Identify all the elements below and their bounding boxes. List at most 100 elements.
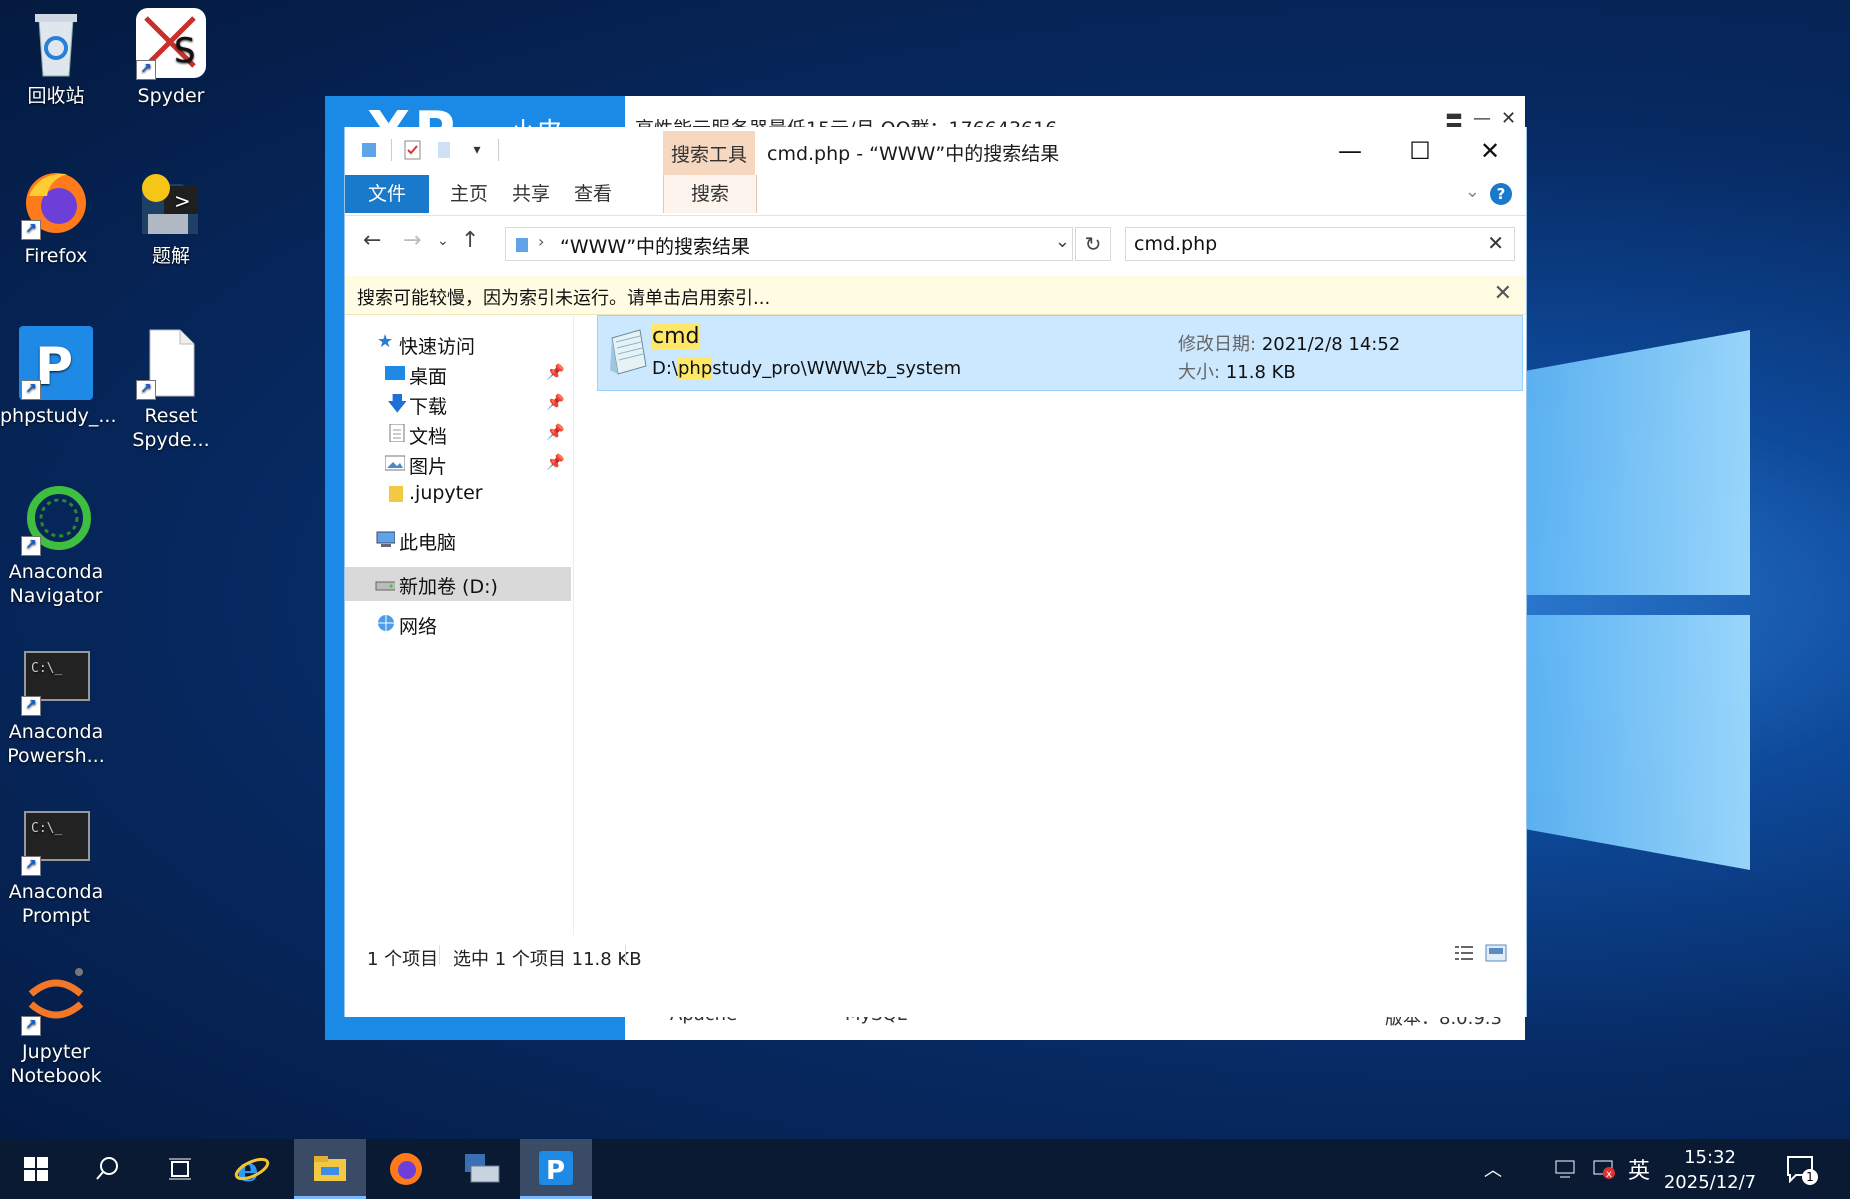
index-warning-message[interactable]: 搜索可能较慢，因为索引未运行。请单击启用索引... [357, 284, 770, 310]
clear-search-icon[interactable]: ✕ [1487, 231, 1504, 255]
tab-view[interactable]: 查看 [565, 175, 621, 213]
maximize-button[interactable]: ☐ [1385, 131, 1455, 171]
firefox-icon [390, 1153, 422, 1185]
clock[interactable]: 15:32 2025/12/7 [1660, 1145, 1760, 1195]
desktop-icon-phpstudy[interactable]: P ↗ phpstudy_... [0, 326, 117, 428]
results-pane: cmd D:\phpstudy_pro\WWW\zb_system 修改日期: … [575, 315, 1525, 935]
pin-icon[interactable]: 📌 [546, 393, 565, 411]
details-view-icon[interactable] [1453, 943, 1475, 963]
tab-search[interactable]: 搜索 [663, 175, 757, 213]
search-button[interactable] [72, 1139, 144, 1199]
desktop-icon-anaconda-prompt[interactable]: C:\_ ↗ Anaconda Prompt [0, 802, 112, 928]
tab-file[interactable]: 文件 [345, 175, 429, 213]
modified-value: 2021/2/8 14:52 [1261, 334, 1401, 355]
network-icon [378, 615, 394, 631]
svg-text:x: x [1606, 1169, 1612, 1180]
desktop-icon-label: Jupyter Notebook [10, 1041, 102, 1087]
nav-drive-d[interactable]: 新加卷 (D:) [345, 567, 571, 601]
svg-text:C:\_: C:\_ [31, 821, 62, 836]
taskbar-firefox[interactable] [370, 1139, 442, 1199]
security-alert-icon[interactable]: x [1592, 1139, 1618, 1199]
network-status-icon[interactable] [1554, 1139, 1580, 1199]
windows-start-icon [24, 1157, 48, 1181]
info-bar-close-icon[interactable]: ✕ [1494, 281, 1512, 306]
breadcrumb[interactable]: “WWW”中的搜索结果 [560, 232, 750, 259]
folder-icon[interactable] [359, 139, 381, 161]
up-arrow-icon[interactable]: ↑ [461, 228, 479, 253]
task-view-button[interactable] [144, 1139, 216, 1199]
tab-home[interactable]: 主页 [441, 175, 497, 213]
search-input[interactable] [1132, 232, 1456, 256]
navigation-pane: ★ 快速访问 桌面 📌 🡇 下载 📌 文档 📌 图片 📌 .jupyter 此电… [345, 315, 574, 935]
taskbar-file-explorer[interactable] [294, 1139, 366, 1199]
new-folder-icon[interactable] [434, 139, 456, 161]
nav-item-downloads[interactable]: 🡇 下载 📌 [345, 387, 571, 421]
desktop-icon-recycle-bin[interactable]: 回收站 [0, 6, 112, 108]
nav-item-documents[interactable]: 文档 📌 [345, 417, 571, 451]
recent-locations-chevron-icon[interactable]: ⌄ [437, 233, 449, 249]
ribbon-expand-chevron-icon[interactable]: ⌄ [1465, 181, 1480, 202]
help-icon[interactable]: ? [1490, 183, 1512, 205]
search-results-icon [516, 238, 528, 252]
taskbar-server-manager[interactable] [446, 1139, 518, 1199]
pictures-icon [385, 455, 405, 471]
navigation-bar: ← → ⌄ ↑ › “WWW”中的搜索结果 › ⌄ ↻ ✕ [345, 215, 1526, 273]
input-method-indicator[interactable]: 英 [1628, 1139, 1650, 1199]
task-view-icon [169, 1158, 191, 1180]
nav-quick-access[interactable]: ★ 快速访问 [345, 327, 571, 361]
desktop-icon-jupyter[interactable]: ↗ Jupyter Notebook [0, 962, 112, 1088]
large-icons-view-icon[interactable] [1485, 943, 1507, 963]
desktop-icon-anaconda-navigator[interactable]: ↗ Anaconda Navigator [0, 482, 112, 608]
action-center-icon[interactable]: 1 [1786, 1139, 1818, 1199]
pin-icon[interactable]: 📌 [546, 363, 565, 381]
start-button[interactable] [0, 1139, 72, 1199]
shortcut-arrow-icon: ↗ [21, 220, 41, 240]
server-manager-icon [465, 1154, 500, 1183]
document-icon [389, 424, 405, 442]
ribbon-tabs: 文件 主页 共享 查看 搜索 ⌄ ? [345, 175, 1526, 216]
search-box[interactable]: ✕ [1125, 227, 1515, 261]
svg-text:>: > [174, 189, 191, 213]
desktop-icon-label: phpstudy_... [0, 405, 117, 427]
refresh-icon[interactable]: ↻ [1075, 227, 1111, 261]
taskbar-phpstudy[interactable]: P [520, 1139, 592, 1199]
path-prefix: D:\ [652, 358, 678, 379]
nav-item-desktop[interactable]: 桌面 📌 [345, 357, 571, 391]
properties-icon[interactable] [402, 139, 424, 161]
phpstudy-minimize-button[interactable]: — [1473, 108, 1491, 129]
forward-arrow-icon[interactable]: → [403, 228, 421, 253]
window-title: cmd.php - “WWW”中的搜索结果 [767, 143, 1060, 165]
nav-item-pictures[interactable]: 图片 📌 [345, 447, 571, 481]
nav-this-pc[interactable]: 此电脑 [345, 523, 571, 557]
desktop-icon-reset-spyder[interactable]: ↗ Reset Spyde... [115, 326, 227, 452]
desktop-icon-tijie[interactable]: > 题解 [115, 166, 227, 268]
address-bar[interactable]: › “WWW”中的搜索结果 › ⌄ [505, 227, 1073, 261]
breadcrumb-chevron-icon[interactable]: › [538, 232, 544, 251]
pin-icon[interactable]: 📌 [546, 453, 565, 471]
customize-qat-chevron-icon[interactable]: ▾ [466, 139, 488, 161]
breadcrumb-chevron-icon[interactable]: › [742, 232, 748, 251]
desktop-icon-firefox[interactable]: ↗ Firefox [0, 166, 112, 268]
show-hidden-icons-chevron-icon[interactable]: ︿ [1484, 1139, 1502, 1199]
status-bar: 1 个项目 选中 1 个项目 11.8 KB [345, 935, 1526, 975]
tab-share[interactable]: 共享 [503, 175, 559, 213]
title-bar[interactable]: ▾ 搜索工具 cmd.php - “WWW”中的搜索结果 — ☐ ✕ [345, 127, 1526, 175]
shortcut-arrow-icon: ↗ [21, 856, 41, 876]
address-dropdown-icon[interactable]: ⌄ [1055, 231, 1070, 252]
close-button[interactable]: ✕ [1455, 131, 1525, 171]
jupyter-icon: ↗ [19, 962, 93, 1036]
desktop-icon-spyder[interactable]: S ↗ Spyder [115, 6, 227, 108]
back-arrow-icon[interactable]: ← [363, 228, 381, 253]
pin-icon[interactable]: 📌 [546, 423, 565, 441]
search-result-item[interactable]: cmd D:\phpstudy_pro\WWW\zb_system 修改日期: … [597, 315, 1523, 391]
phpstudy-close-button[interactable]: ✕ [1501, 108, 1516, 129]
anaconda-icon: ↗ [19, 482, 93, 556]
info-bar[interactable]: 搜索可能较慢，因为索引未运行。请单击启用索引... ✕ [345, 276, 1526, 315]
taskbar-ie[interactable]: e [216, 1139, 288, 1199]
nav-network[interactable]: 网络 [345, 607, 571, 641]
desktop-icon-label: Anaconda Powersh... [7, 721, 105, 767]
minimize-button[interactable]: — [1315, 131, 1385, 171]
nav-item-jupyter[interactable]: .jupyter [345, 477, 571, 511]
desktop-icon-anaconda-powershell[interactable]: C:\_ ↗ Anaconda Powersh... [0, 642, 112, 768]
nav-label: .jupyter [409, 482, 483, 504]
